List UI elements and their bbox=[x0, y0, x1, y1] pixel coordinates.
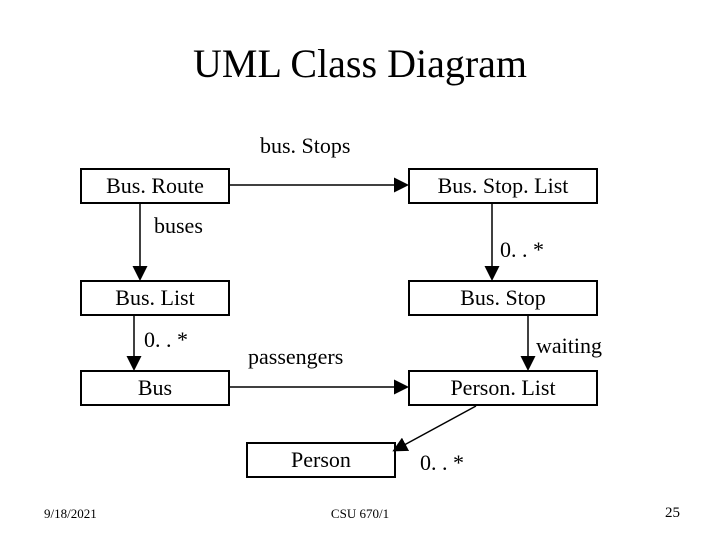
class-person-list: Person. List bbox=[408, 370, 598, 406]
label-buses: buses bbox=[154, 213, 203, 239]
class-bus-route: Bus. Route bbox=[80, 168, 230, 204]
footer-course: CSU 670/1 bbox=[0, 506, 720, 522]
class-label: Bus. Stop. List bbox=[438, 173, 569, 198]
class-bus-list: Bus. List bbox=[80, 280, 230, 316]
slide-title: UML Class Diagram bbox=[0, 40, 720, 87]
class-bus-stop-list: Bus. Stop. List bbox=[408, 168, 598, 204]
class-label: Bus bbox=[138, 375, 172, 400]
label-mult-buslist-bus: 0. . * bbox=[144, 327, 188, 353]
label-mult-personlist-person: 0. . * bbox=[420, 450, 464, 476]
class-person: Person bbox=[246, 442, 396, 478]
class-label: Person bbox=[291, 447, 351, 472]
label-waiting: waiting bbox=[536, 333, 602, 359]
footer-page: 25 bbox=[665, 505, 680, 522]
label-mult-stoplist-stop: 0. . * bbox=[500, 237, 544, 263]
class-label: Bus. List bbox=[115, 285, 194, 310]
assoc-personlist-person bbox=[395, 406, 476, 450]
label-passengers: passengers bbox=[248, 344, 343, 370]
class-label: Bus. Route bbox=[106, 173, 204, 198]
class-bus: Bus bbox=[80, 370, 230, 406]
class-bus-stop: Bus. Stop bbox=[408, 280, 598, 316]
class-label: Bus. Stop bbox=[460, 285, 546, 310]
slide: UML Class Diagram Bus. Route Bus. Stop. … bbox=[0, 0, 720, 540]
label-bus-stops: bus. Stops bbox=[260, 133, 350, 159]
class-label: Person. List bbox=[450, 375, 555, 400]
